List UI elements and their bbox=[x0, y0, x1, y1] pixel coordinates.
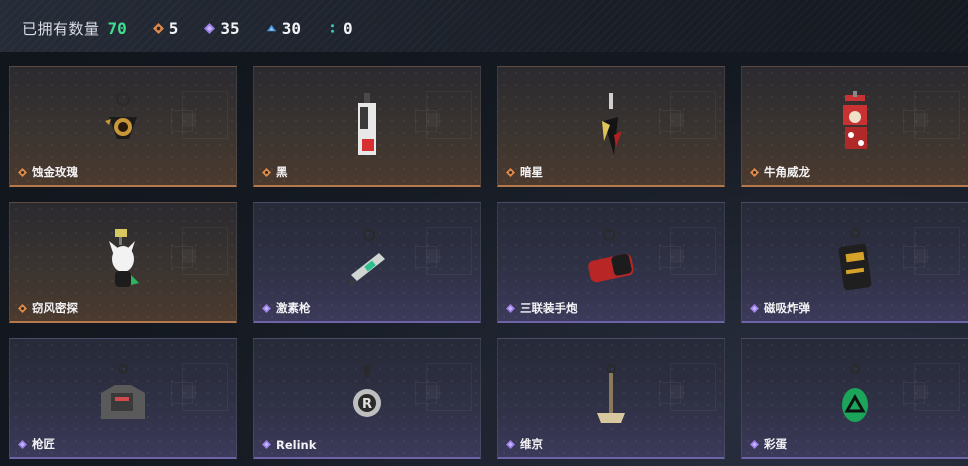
charm-card[interactable]: 磁吸炸弹 bbox=[741, 202, 968, 323]
dark-star-charm-icon bbox=[602, 93, 622, 155]
stat-purple: 35 bbox=[204, 19, 240, 38]
charm-name: 磁吸炸弹 bbox=[764, 301, 810, 315]
charm-name: 彩蛋 bbox=[764, 437, 787, 451]
stat-orange-value: 5 bbox=[168, 19, 179, 38]
charm-name: 牛角威龙 bbox=[764, 165, 810, 179]
charm-name: Relink bbox=[276, 438, 317, 452]
svg-text:R: R bbox=[362, 397, 372, 412]
horned-dragon-charm-icon bbox=[843, 91, 867, 149]
orange-rarity-icon bbox=[262, 168, 271, 177]
hormone-gun-charm-icon bbox=[349, 229, 385, 287]
orange-rarity-icon bbox=[18, 304, 27, 313]
orange-rarity-icon bbox=[750, 168, 759, 177]
charm-card[interactable]: R Relink bbox=[253, 338, 481, 459]
triple-hand-cannon-charm-icon bbox=[588, 229, 634, 283]
orange-rarity-icon bbox=[18, 168, 27, 177]
stat-purple-value: 35 bbox=[220, 19, 240, 38]
charm-card[interactable]: 维京 bbox=[497, 338, 725, 459]
charm-card[interactable]: 彩蛋 bbox=[741, 338, 968, 459]
teal-rarity-icon bbox=[330, 24, 334, 33]
purple-rarity-icon bbox=[506, 440, 515, 449]
purple-rarity-icon bbox=[262, 440, 271, 449]
charm-card[interactable]: 暗星 bbox=[497, 66, 725, 187]
stat-blue: 30 bbox=[266, 19, 301, 38]
purple-rarity-icon bbox=[204, 23, 216, 34]
stat-orange: 5 bbox=[152, 19, 179, 38]
relink-charm-icon: R bbox=[353, 365, 381, 417]
gunsmith-charm-icon bbox=[101, 364, 145, 419]
viking-charm-icon bbox=[597, 364, 625, 423]
purple-rarity-icon bbox=[750, 440, 759, 449]
charm-grid: 蚀金玫瑰 黑 暗星 牛角威龙 窃风密探 激素枪 三联装手炮 磁吸炸弹 枪匠 R … bbox=[9, 66, 968, 459]
purple-rarity-icon bbox=[262, 304, 271, 313]
orange-rarity-icon bbox=[152, 23, 164, 34]
owned-label: 已拥有数量 bbox=[22, 20, 100, 38]
stat-teal: 0 bbox=[327, 19, 353, 38]
charm-name: 维京 bbox=[520, 437, 543, 451]
charm-card[interactable]: 三联装手炮 bbox=[497, 202, 725, 323]
charm-card[interactable]: 激素枪 bbox=[253, 202, 481, 323]
collection-header: 已拥有数量 70 5 35 30 0 bbox=[0, 0, 968, 52]
owned-summary: 已拥有数量 70 5 35 30 0 bbox=[22, 18, 353, 39]
black-tag-charm-icon bbox=[358, 93, 376, 155]
stat-blue-value: 30 bbox=[281, 19, 301, 38]
charm-name: 枪匠 bbox=[32, 437, 55, 451]
charm-name: 激素枪 bbox=[276, 301, 311, 315]
orange-rarity-icon bbox=[506, 168, 515, 177]
rose-charm-icon bbox=[105, 92, 137, 139]
charm-name: 窃风密探 bbox=[32, 301, 78, 315]
magnetic-bomb-charm-icon bbox=[838, 228, 872, 291]
charm-name: 黑 bbox=[276, 165, 288, 179]
purple-rarity-icon bbox=[750, 304, 759, 313]
charm-card[interactable]: 枪匠 bbox=[9, 338, 237, 459]
charm-card[interactable]: 牛角威龙 bbox=[741, 66, 968, 187]
charm-card[interactable]: 蚀金玫瑰 bbox=[9, 66, 237, 187]
stat-teal-value: 0 bbox=[342, 19, 353, 38]
charm-card[interactable]: 窃风密探 bbox=[9, 202, 237, 323]
purple-rarity-icon bbox=[18, 440, 27, 449]
charm-name: 暗星 bbox=[520, 165, 543, 179]
purple-rarity-icon bbox=[506, 304, 515, 313]
charm-name: 三联装手炮 bbox=[520, 301, 578, 315]
charm-card[interactable]: 黑 bbox=[253, 66, 481, 187]
charm-name: 蚀金玫瑰 bbox=[32, 165, 78, 179]
blue-rarity-icon bbox=[266, 24, 276, 32]
wind-spy-charm-icon bbox=[109, 229, 139, 287]
owned-count: 70 bbox=[107, 19, 127, 38]
easter-egg-charm-icon bbox=[842, 364, 868, 422]
